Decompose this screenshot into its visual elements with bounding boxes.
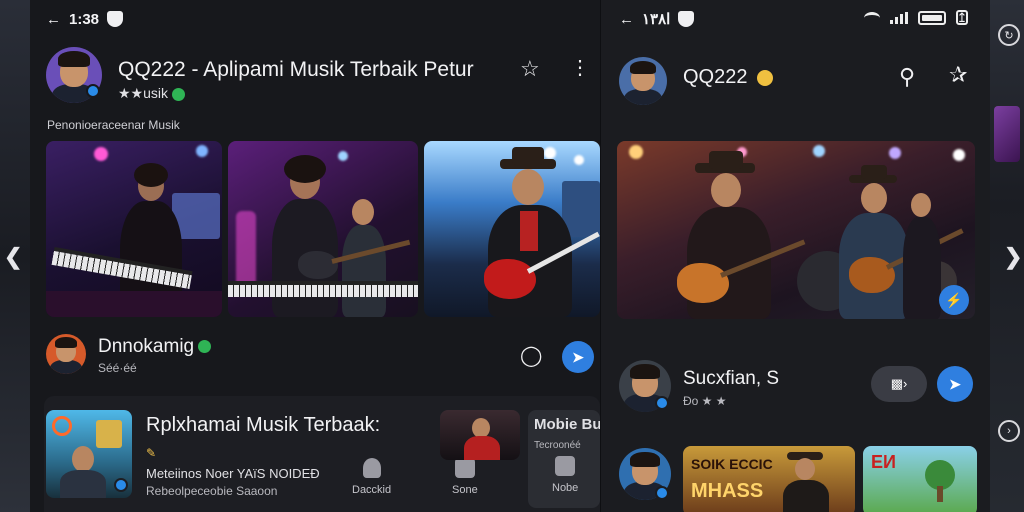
nav-label: Nobe — [552, 482, 579, 494]
music-image-guitarist[interactable] — [424, 141, 600, 317]
search-icon[interactable]: ⚲ — [899, 66, 915, 88]
emoji-icon — [757, 69, 774, 86]
nav-item-sone[interactable]: Sone — [452, 458, 478, 496]
back-arrow-icon[interactable]: ← — [46, 11, 61, 28]
status-time: 1:38 — [69, 10, 100, 28]
music-image-keyboardist[interactable] — [46, 141, 222, 317]
app-title: QQ222 - Aplipami Musik Terbaik Petur — [118, 58, 474, 81]
right-app-panel: ← ا۱۳۸ ↥ QQ222 ⚲ ✰ ⚡ Sucxfian, S Ðo ★ ★ … — [600, 0, 990, 512]
music-image-band[interactable] — [228, 141, 418, 317]
bookmark-icon[interactable]: ✎ — [146, 446, 156, 460]
preview-tile[interactable] — [994, 106, 1020, 162]
refresh-icon[interactable]: ↻ — [998, 24, 1020, 46]
artist-avatar[interactable] — [46, 334, 86, 374]
artist-meta: Séé·éé — [98, 361, 137, 375]
app-title-text: QQ222 — [683, 66, 748, 88]
promo-text-2: MHASS — [691, 480, 764, 502]
shield-icon — [678, 11, 695, 27]
more-vertical-icon[interactable]: ⋮ — [570, 58, 590, 78]
back-arrow-icon[interactable]: ← — [619, 11, 634, 28]
featured-line-2: Rebeolpeceobie Saaoon — [146, 484, 278, 498]
play-button[interactable]: ⚡ — [939, 285, 969, 315]
promo-card-2[interactable]: EИ — [863, 446, 977, 512]
promo-card[interactable]: SOIK ECCIC MHASS — [683, 446, 855, 512]
mini-thumbnail[interactable] — [440, 410, 520, 460]
battery-icon — [918, 10, 946, 25]
promo-text-1: SOIK ECCIC — [691, 456, 773, 472]
status-bar: ← ا۱۳۸ — [619, 8, 695, 30]
chevron-right-icon[interactable]: ❯ — [1004, 244, 1022, 270]
music-image-band-live[interactable]: ⚡ — [617, 141, 975, 319]
featured-line-1: Meteiinos Noer YAïS NOIDEÐ — [146, 466, 320, 481]
forward-icon[interactable]: › — [998, 420, 1020, 442]
charging-icon: ↥ — [956, 9, 968, 25]
nav-item-nobe[interactable]: Nobe — [552, 456, 578, 494]
chart-icon — [454, 458, 475, 478]
artist-name-text: Dnnokamig — [98, 336, 195, 357]
send-button[interactable]: ➤ — [937, 366, 973, 402]
mini-card[interactable]: Mobie Buoc Tecroonéé Nobe — [528, 410, 600, 508]
signal-icon — [890, 11, 908, 24]
avatar[interactable] — [619, 57, 667, 105]
promo-text-3: EИ — [871, 452, 896, 472]
left-app-panel: ← 1:38 QQ222 - Aplipami Musik Terbaik Pe… — [30, 0, 600, 512]
artist-name: Dnnokamig — [98, 336, 212, 358]
verified-badge-icon — [655, 396, 669, 410]
nav-label: Sone — [452, 484, 478, 496]
app-title: QQ222 — [683, 66, 774, 89]
user-name: Sucxfian, S — [683, 368, 780, 389]
star-badge-icon[interactable]: ✰ — [949, 64, 967, 86]
people-icon — [555, 456, 576, 476]
featured-thumbnail[interactable] — [46, 410, 132, 498]
status-icons: ↥ — [864, 10, 968, 25]
app-subtitle-text: ★★usik — [118, 85, 168, 101]
status-bar: ← 1:38 — [46, 8, 124, 30]
share-button[interactable]: ➤ — [562, 341, 594, 373]
shield-outline-icon[interactable]: ◯ — [520, 346, 542, 366]
featured-bar: Rplxhamai Musik Terbaak: ✎ Meteiinos Noe… — [44, 396, 600, 512]
screen: ❮ ↻ › ❯ ← 1:38 QQ222 - Aplipami Musik Te… — [0, 0, 1024, 512]
section-label: Penonioeraceenar Musik — [47, 118, 180, 132]
check-icon — [172, 87, 185, 101]
chevron-left-icon[interactable]: ❮ — [4, 244, 22, 270]
person-icon — [362, 458, 381, 478]
verified-badge-icon — [86, 84, 100, 98]
wifi-icon — [864, 11, 880, 24]
shield-icon — [107, 11, 124, 27]
star-icon[interactable]: ☆ — [520, 58, 540, 80]
nav-label: Dacckid — [352, 484, 392, 496]
nav-item-discover[interactable]: Dacckid — [352, 458, 391, 496]
user-meta: Ðo ★ ★ — [683, 394, 727, 408]
mini-card-sub: Tecroonéé — [534, 440, 581, 451]
status-time: ا۱۳۸ — [642, 11, 671, 28]
app-subtitle: ★★usik — [118, 85, 185, 102]
verified-badge-icon — [655, 486, 669, 500]
check-icon — [198, 340, 212, 354]
mute-button[interactable]: ▩› — [871, 366, 927, 402]
featured-title[interactable]: Rplxhamai Musik Terbaak: — [146, 414, 380, 437]
mini-card-title: Mobie Buoc — [534, 416, 600, 433]
